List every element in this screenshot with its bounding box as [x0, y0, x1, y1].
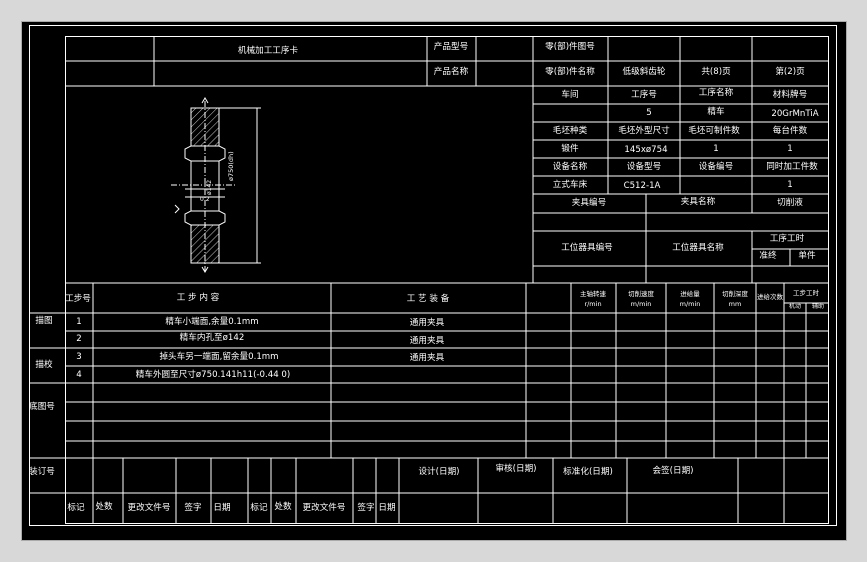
place-label: 处数	[95, 502, 113, 512]
dim-inner-diameter: ø142	[206, 179, 213, 195]
material-label: 材料牌号	[772, 90, 808, 100]
cutting-unit: m/min	[630, 300, 652, 308]
equipment-header: 工 艺 装 备	[406, 294, 450, 304]
mark-label: 标记	[67, 503, 85, 513]
op-no-label: 工序号	[631, 90, 657, 100]
depth-unit: mm	[728, 300, 742, 308]
equip-model-value: C512-1A	[623, 181, 661, 191]
unit-time-label: 单件	[798, 251, 816, 261]
feed-unit: m/min	[679, 300, 701, 308]
part-name-value: 低级斜齿轮	[622, 67, 666, 77]
part-name-label: 零(部)件名称	[545, 67, 595, 77]
per-blank-value: 1	[713, 144, 719, 154]
date-label: 日期	[378, 503, 396, 513]
op-name-label: 工序名称	[698, 88, 734, 98]
blank-size-value: 145xø754	[624, 145, 668, 155]
depth-header: 切削深度	[722, 290, 748, 298]
standard-date-label: 标准化(日期)	[563, 467, 613, 477]
spindle-speed-header: 主轴转速	[580, 290, 606, 298]
step-no: 1	[76, 317, 82, 327]
equip-name-label: 设备名称	[552, 162, 588, 172]
sign-label: 签字	[184, 503, 202, 513]
coolant-label: 切削液	[777, 198, 803, 208]
product-model-label: 产品型号	[433, 42, 469, 52]
check-label: 描校	[35, 360, 53, 370]
binding-no-label: 装订号	[29, 467, 55, 477]
blank-type-value: 锻件	[561, 144, 579, 154]
drawing-frame: 机械加工工序卡 产品型号 产品名称 零(部)件图号 零(部)件名称 低级斜齿轮 …	[21, 21, 847, 541]
op-name-value: 精车	[707, 107, 725, 117]
passes-header: 进给次数	[757, 293, 783, 301]
per-unit-value: 1	[787, 144, 793, 154]
page-title: 机械加工工序卡	[237, 46, 299, 56]
step-no-header: 工步号	[65, 294, 91, 304]
simultaneous-label: 同时加工件数	[766, 162, 818, 172]
step-content-header: 工 步 内 容	[176, 293, 220, 303]
design-date-label: 设计(日期)	[418, 467, 460, 477]
per-blank-label: 毛坯可制件数	[688, 126, 740, 136]
total-pages: 共(8)页	[701, 67, 731, 77]
dim-small: 0.2	[200, 196, 210, 203]
step-equipment: 通用夹具	[409, 318, 445, 328]
step-content: 精车小端面,余量0.1mm	[165, 317, 259, 327]
equip-no-label: 设备编号	[698, 162, 734, 172]
op-no-value: 5	[646, 108, 652, 118]
aux-time-header: 辅助	[811, 303, 825, 310]
fixture-no-label: 夹具编号	[571, 198, 607, 208]
sign-label: 签字	[357, 503, 375, 513]
base-no-label: 底图号	[29, 402, 55, 412]
step-content: 精车外圆至尺寸ø750.141h11(-0.44 0)	[135, 370, 291, 380]
prep-time-label: 准终	[759, 251, 777, 261]
blank-size-label: 毛坯外型尺寸	[618, 126, 670, 136]
change-doc-label: 更改文件号	[127, 503, 171, 513]
fixture-name-label: 夹具名称	[680, 197, 716, 207]
step-no: 4	[76, 370, 82, 380]
review-date-label: 审核(日期)	[495, 464, 537, 474]
product-name-label: 产品名称	[433, 67, 469, 77]
countersign-date-label: 会签(日期)	[652, 466, 694, 476]
step-content: 掉头车另一端面,留余量0.1mm	[159, 352, 279, 362]
dim-outer-diameter: ø750(dh)	[227, 151, 235, 181]
step-no: 3	[76, 352, 82, 362]
cutting-speed-header: 切削速度	[628, 290, 654, 298]
station-tool-no-label: 工位器具编号	[561, 243, 613, 253]
step-content: 精车内孔至ø142	[179, 333, 245, 343]
equip-model-label: 设备型号	[626, 162, 662, 172]
op-time-label: 工序工时	[769, 234, 805, 244]
machine-time-header: 机动	[788, 303, 802, 310]
mark-label: 标记	[250, 503, 268, 513]
step-equipment: 通用夹具	[409, 336, 445, 346]
trace-label: 描图	[35, 316, 53, 326]
material-value: 20GrMnTiA	[771, 109, 819, 119]
date-label: 日期	[213, 503, 231, 513]
workshop-label: 车间	[561, 90, 579, 100]
page-number: 第(2)页	[775, 67, 805, 77]
feed-header: 进给量	[680, 290, 700, 298]
step-time-header: 工步工时	[793, 289, 819, 297]
per-unit-label: 每台件数	[772, 126, 808, 136]
part-drawing	[171, 97, 261, 273]
simultaneous-value: 1	[787, 180, 793, 190]
station-tool-name-label: 工位器具名称	[672, 243, 724, 253]
equip-name-value: 立式车床	[552, 180, 588, 190]
part-no-label: 零(部)件图号	[545, 42, 595, 52]
place-label: 处数	[274, 502, 292, 512]
change-doc-label: 更改文件号	[302, 503, 346, 513]
blank-type-label: 毛坯种类	[552, 126, 588, 136]
step-equipment: 通用夹具	[409, 353, 445, 363]
spindle-unit: r/min	[584, 300, 602, 308]
step-no: 2	[76, 334, 82, 344]
